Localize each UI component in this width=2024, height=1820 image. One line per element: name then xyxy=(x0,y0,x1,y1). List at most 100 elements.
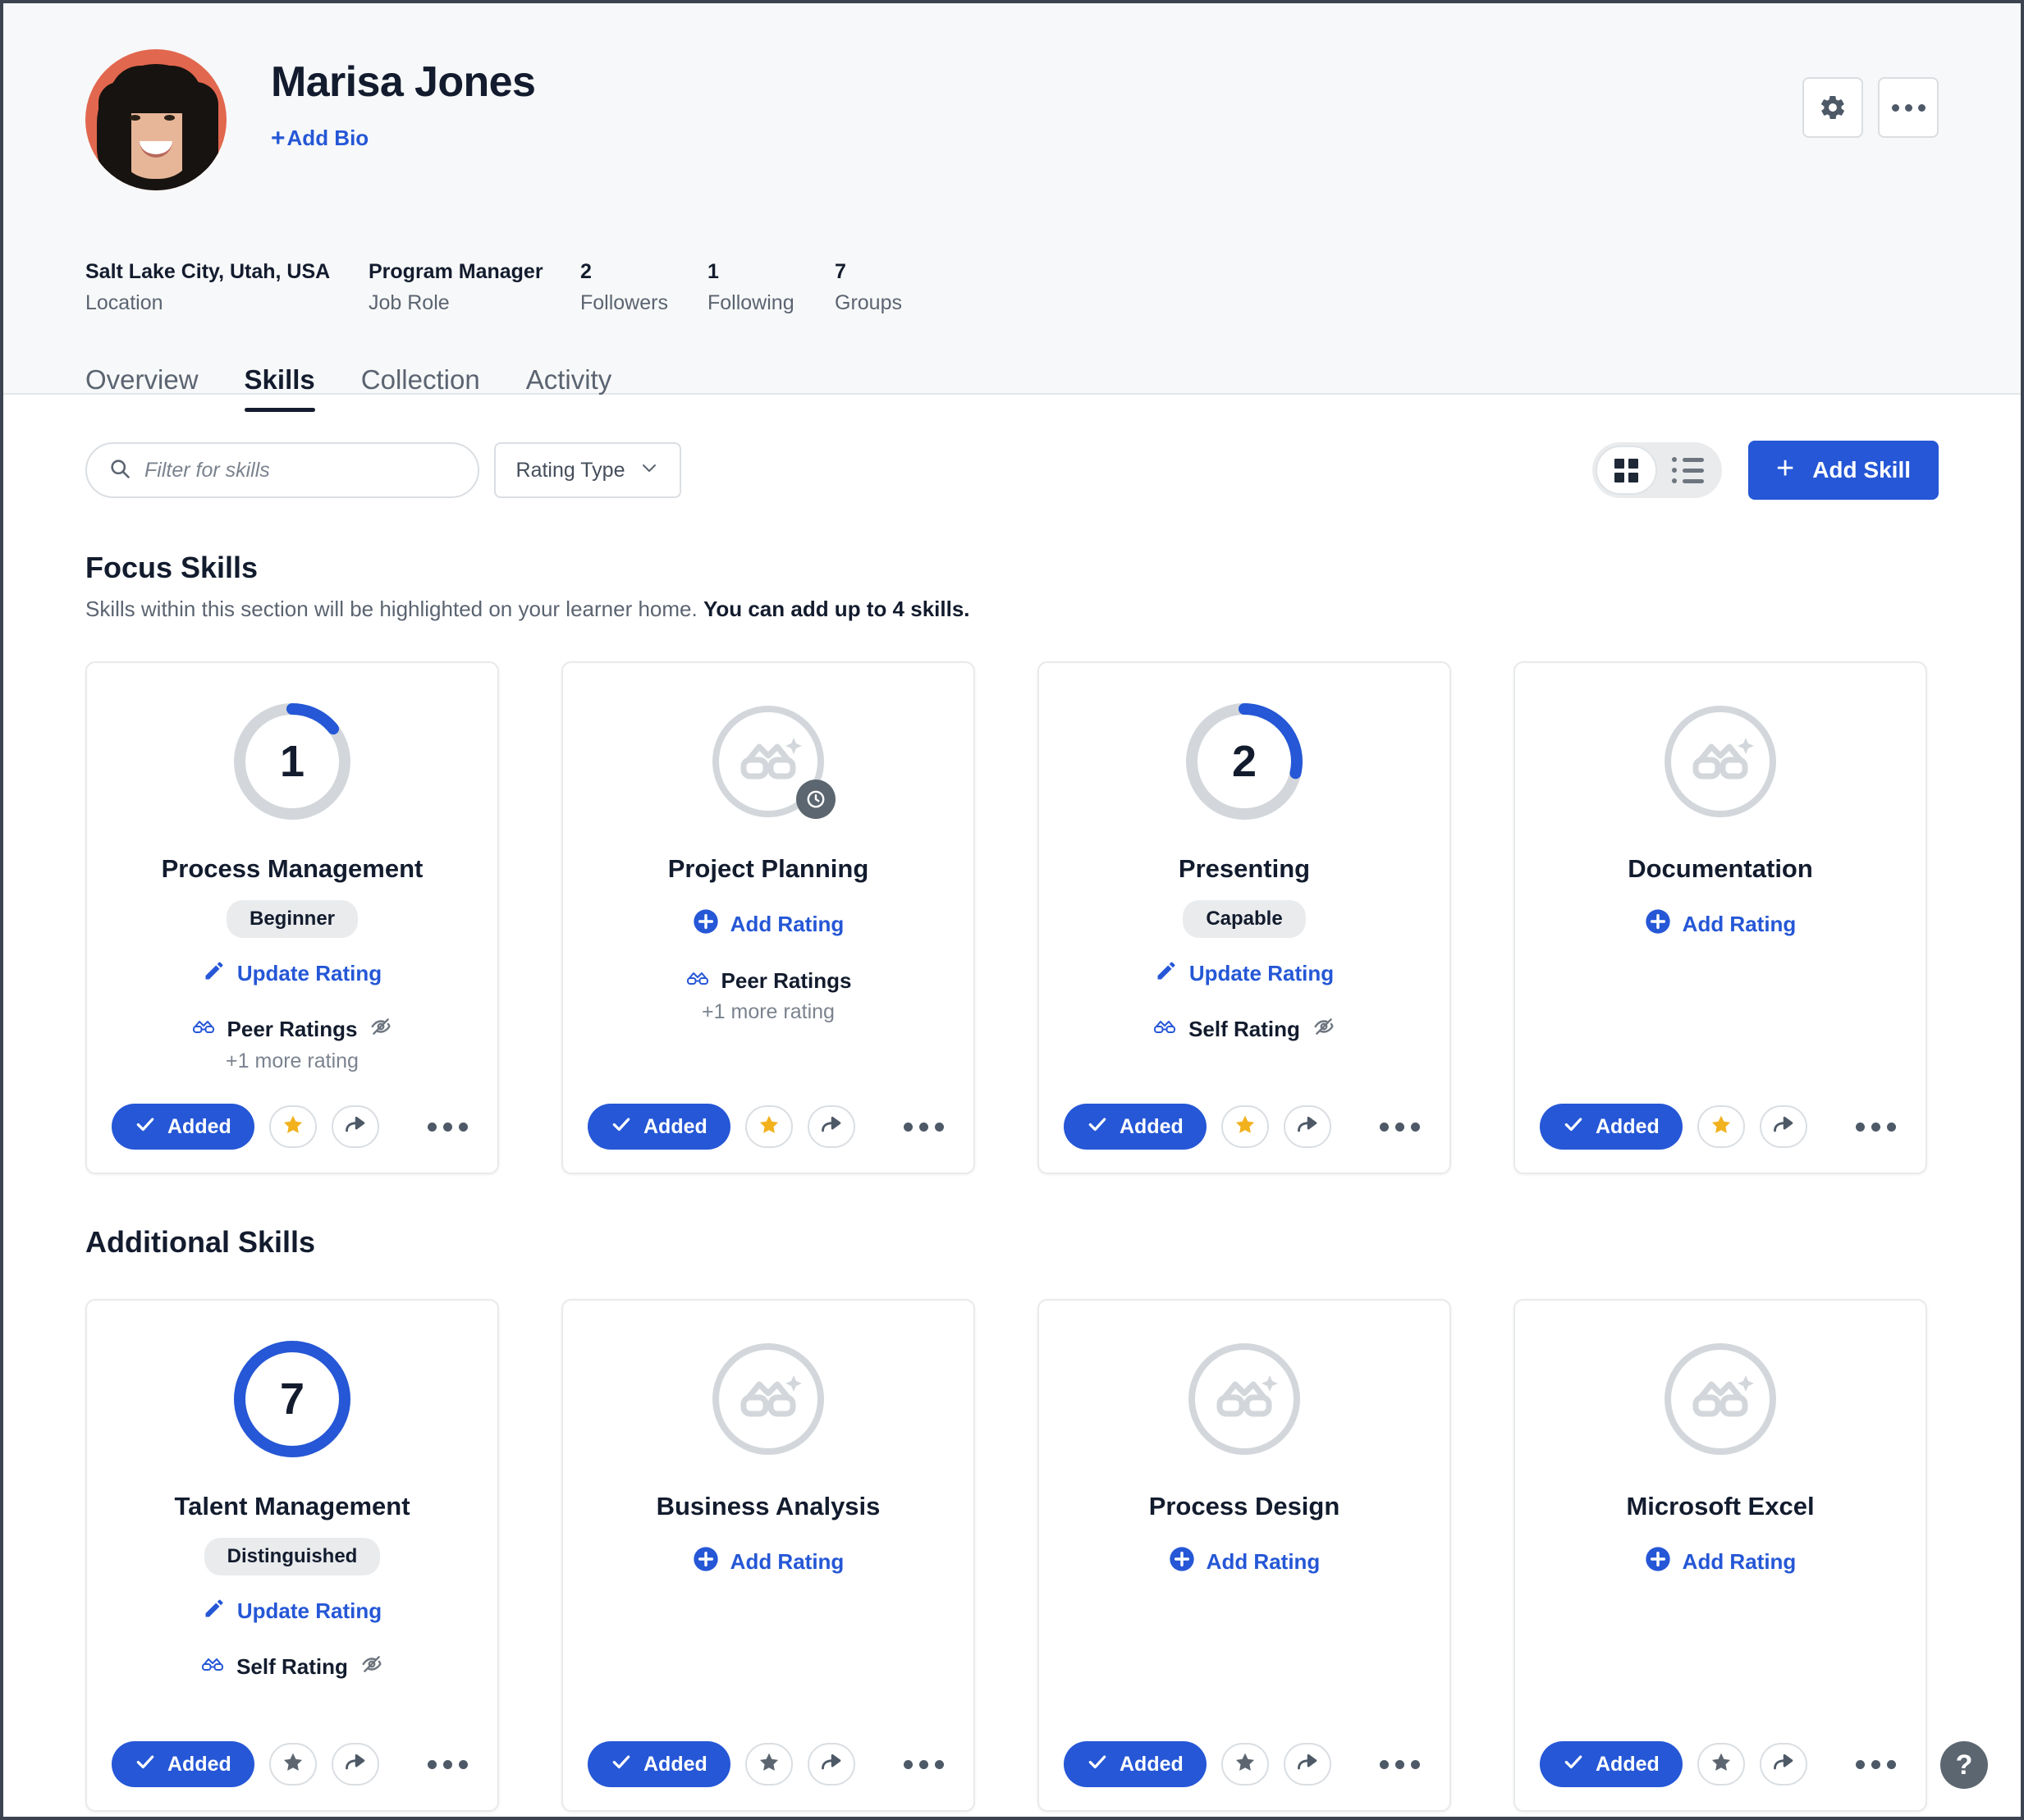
meta-label: Groups xyxy=(835,291,902,315)
share-button[interactable] xyxy=(1283,1105,1331,1148)
profile-tabs: Overview Skills Collection Activity xyxy=(85,364,1939,413)
rating-action-label: Update Rating xyxy=(236,961,382,986)
added-button[interactable]: Added xyxy=(112,1741,254,1787)
rating-action-label: Add Rating xyxy=(730,1549,845,1575)
share-button[interactable] xyxy=(331,1743,379,1786)
add-rating-link[interactable]: Add Rating xyxy=(1169,1546,1320,1578)
skill-card[interactable]: Business Analysis Add Rating Added xyxy=(561,1299,975,1812)
more-rating-count: +1 more rating xyxy=(702,1000,835,1024)
skill-card[interactable]: Microsoft Excel Add Rating Added xyxy=(1513,1299,1927,1812)
share-button[interactable] xyxy=(1759,1105,1807,1148)
list-view-button[interactable] xyxy=(1657,446,1719,495)
card-more-button[interactable] xyxy=(904,1122,949,1132)
skill-name: Process Design xyxy=(1148,1492,1340,1520)
add-rating-link[interactable]: Add Rating xyxy=(693,908,844,940)
meta-followers[interactable]: 2 Followers xyxy=(580,259,707,315)
favorite-button[interactable] xyxy=(1220,1743,1269,1786)
update-rating-link[interactable]: Update Rating xyxy=(1155,959,1334,988)
tab-skills[interactable]: Skills xyxy=(244,364,316,413)
skill-card[interactable]: Process Design Add Rating Added xyxy=(1037,1299,1451,1812)
added-button[interactable]: Added xyxy=(112,1104,254,1150)
tab-activity[interactable]: Activity xyxy=(526,364,612,412)
add-bio-link[interactable]: + Add Bio xyxy=(271,126,369,151)
skill-name: Project Planning xyxy=(667,854,869,883)
section-focus-skills: Focus Skills Skills within this section … xyxy=(85,551,1939,1174)
added-button[interactable]: Added xyxy=(1540,1741,1683,1787)
search-input[interactable] xyxy=(144,458,456,482)
check-icon xyxy=(135,1751,156,1778)
share-icon xyxy=(1296,1751,1319,1778)
skill-name: Process Management xyxy=(161,854,424,883)
card-more-button[interactable] xyxy=(1856,1759,1901,1769)
favorite-button[interactable] xyxy=(268,1105,317,1148)
section-subtitle-bold: You can add up to 4 skills. xyxy=(703,597,970,621)
skill-card[interactable]: 1 Process Management Beginner Update Rati… xyxy=(85,661,499,1174)
add-skill-button[interactable]: + Add Skill xyxy=(1748,441,1939,500)
share-button[interactable] xyxy=(807,1743,855,1786)
check-icon xyxy=(1087,1113,1108,1141)
favorite-button[interactable] xyxy=(744,1743,793,1786)
update-rating-link[interactable]: Update Rating xyxy=(203,1597,382,1626)
share-button[interactable] xyxy=(1759,1743,1807,1786)
added-button[interactable]: Added xyxy=(588,1104,730,1150)
level-badge: Distinguished xyxy=(204,1538,381,1576)
card-more-button[interactable] xyxy=(904,1759,949,1769)
skill-card[interactable]: Documentation Add Rating Added xyxy=(1513,661,1927,1174)
tab-collection[interactable]: Collection xyxy=(361,364,480,412)
card-more-button[interactable] xyxy=(428,1122,473,1132)
tab-overview[interactable]: Overview xyxy=(85,364,199,412)
card-more-button[interactable] xyxy=(1856,1122,1901,1132)
search-box[interactable] xyxy=(85,442,479,498)
pencil-icon xyxy=(203,959,226,988)
favorite-button[interactable] xyxy=(268,1743,317,1786)
share-icon xyxy=(1772,1113,1795,1141)
card-more-button[interactable] xyxy=(1380,1122,1425,1132)
skill-card[interactable]: 2 Presenting Capable Update Rating Self R… xyxy=(1037,661,1451,1174)
rating-type-dropdown[interactable]: Rating Type xyxy=(494,442,681,498)
update-rating-link[interactable]: Update Rating xyxy=(203,959,382,988)
rating-action-label: Add Rating xyxy=(1682,912,1797,937)
settings-button[interactable] xyxy=(1802,77,1863,138)
favorite-button[interactable] xyxy=(1697,1743,1745,1786)
search-icon xyxy=(108,457,131,484)
header-more-button[interactable] xyxy=(1878,77,1939,138)
star-icon xyxy=(758,1751,781,1778)
avatar[interactable] xyxy=(85,49,227,190)
add-rating-link[interactable]: Add Rating xyxy=(1645,1546,1796,1578)
share-button[interactable] xyxy=(807,1105,855,1148)
favorite-button[interactable] xyxy=(1220,1105,1269,1148)
added-button[interactable]: Added xyxy=(1540,1104,1683,1150)
star-icon xyxy=(1710,1751,1733,1778)
favorite-button[interactable] xyxy=(1697,1105,1745,1148)
meta-value: 1 xyxy=(707,260,719,283)
meta-groups[interactable]: 7 Groups xyxy=(835,259,950,315)
check-icon xyxy=(1087,1751,1108,1778)
rating-ring: 7 xyxy=(231,1338,353,1460)
skill-card[interactable]: 7 Talent Management Distinguished Update … xyxy=(85,1299,499,1812)
meta-value: Program Manager xyxy=(369,260,543,283)
card-more-button[interactable] xyxy=(428,1759,473,1769)
added-label: Added xyxy=(643,1752,707,1776)
star-icon xyxy=(1710,1113,1733,1141)
help-button[interactable]: ? xyxy=(1940,1741,1988,1789)
eye-slash-icon xyxy=(1312,1016,1336,1043)
rating-source-label: Peer Ratings xyxy=(227,1017,358,1042)
share-icon xyxy=(820,1113,843,1141)
add-rating-link[interactable]: Add Rating xyxy=(693,1546,845,1578)
favorite-button[interactable] xyxy=(744,1105,793,1148)
ellipsis-icon xyxy=(1380,1759,1420,1769)
added-label: Added xyxy=(1596,1114,1660,1138)
share-icon xyxy=(820,1751,843,1778)
plus-circle-icon xyxy=(1645,1546,1671,1578)
grid-view-button[interactable] xyxy=(1596,446,1657,495)
added-button[interactable]: Added xyxy=(1064,1104,1207,1150)
gear-icon xyxy=(1819,94,1847,121)
skill-card[interactable]: Project Planning Add Rating Peer Ratings… xyxy=(561,661,975,1174)
card-more-button[interactable] xyxy=(1380,1759,1425,1769)
share-button[interactable] xyxy=(331,1105,379,1148)
added-button[interactable]: Added xyxy=(1064,1741,1207,1787)
meta-following[interactable]: 1 Following xyxy=(707,259,835,315)
added-button[interactable]: Added xyxy=(588,1741,730,1787)
share-button[interactable] xyxy=(1283,1743,1331,1786)
add-rating-link[interactable]: Add Rating xyxy=(1645,908,1797,940)
